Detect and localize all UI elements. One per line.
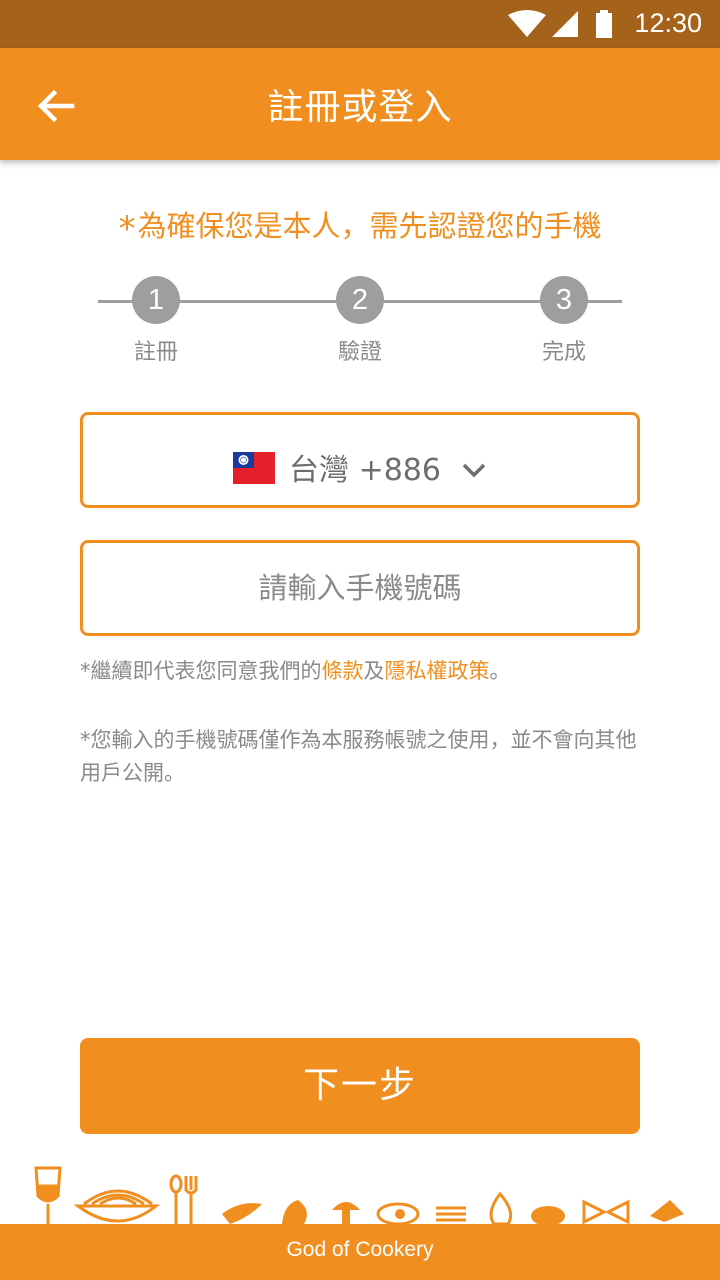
terms-prefix: *繼續即代表您同意我們的: [80, 659, 322, 683]
verification-notice: *為確保您是本人，需先認證您的手機: [0, 203, 720, 249]
progress-stepper: 1 註冊 2 驗證 3 完成: [80, 276, 640, 376]
next-step-button[interactable]: 下一步: [80, 1038, 640, 1134]
bow-pasta-icon: [582, 1199, 630, 1225]
step-number: 1: [132, 276, 180, 324]
notice-star: *: [118, 209, 136, 249]
country-code-select[interactable]: 台灣 +886: [80, 412, 640, 508]
onion-icon: [489, 1191, 513, 1226]
privacy-policy-link[interactable]: 隱私權政策: [385, 659, 490, 683]
step-register: 1 註冊: [106, 276, 206, 366]
privacy-note: *您輸入的手機號碼僅作為本服務帳號之使用，並不會向其他用戶公開。: [80, 728, 637, 785]
cookie-icon: [531, 1206, 565, 1226]
food-illustration-strip: [34, 1166, 684, 1226]
step-number: 3: [540, 276, 588, 324]
app-bar: 註冊或登入: [0, 48, 720, 160]
noodle-bowl-icon: [73, 1189, 161, 1223]
terms-notice: *繼續即代表您同意我們的條款及隱私權政策。: [80, 656, 660, 686]
leaf-icon: [282, 1200, 307, 1224]
status-time: 12:30: [634, 8, 702, 38]
wifi-icon: [508, 10, 546, 37]
step-label: 驗證: [337, 340, 382, 365]
battery-icon: [596, 10, 612, 38]
mushroom-icon: [332, 1202, 360, 1224]
status-icons: [508, 10, 612, 38]
wine-glass-icon: [34, 1166, 62, 1224]
signal-icon: [552, 11, 578, 37]
terms-link[interactable]: 條款: [322, 659, 364, 683]
notice-text: 為確保您是本人，需先認證您的手機: [137, 209, 602, 243]
fish-icon: [436, 1206, 466, 1222]
chevron-down-icon: [462, 463, 486, 478]
country-name: 台灣: [289, 453, 350, 488]
step-complete: 3 完成: [514, 276, 614, 366]
terms-suffix: 。: [489, 659, 511, 683]
step-label: 完成: [541, 340, 586, 365]
spoon-fork-icon: [169, 1174, 198, 1224]
taiwan-flag-icon: [233, 452, 276, 484]
country-dial-code: +886: [358, 453, 441, 488]
page-title: 註冊或登入: [267, 87, 453, 128]
footer-brand: God of Cookery: [0, 1224, 720, 1280]
phone-number-input[interactable]: [80, 540, 640, 636]
status-bar: 12:30: [0, 0, 720, 48]
step-label: 註冊: [133, 340, 178, 365]
cheese-icon: [650, 1200, 684, 1222]
step-verify: 2 驗證: [310, 276, 410, 366]
terms-joiner: 及: [363, 659, 385, 683]
step-number: 2: [336, 276, 384, 324]
carrot-icon: [222, 1203, 262, 1224]
